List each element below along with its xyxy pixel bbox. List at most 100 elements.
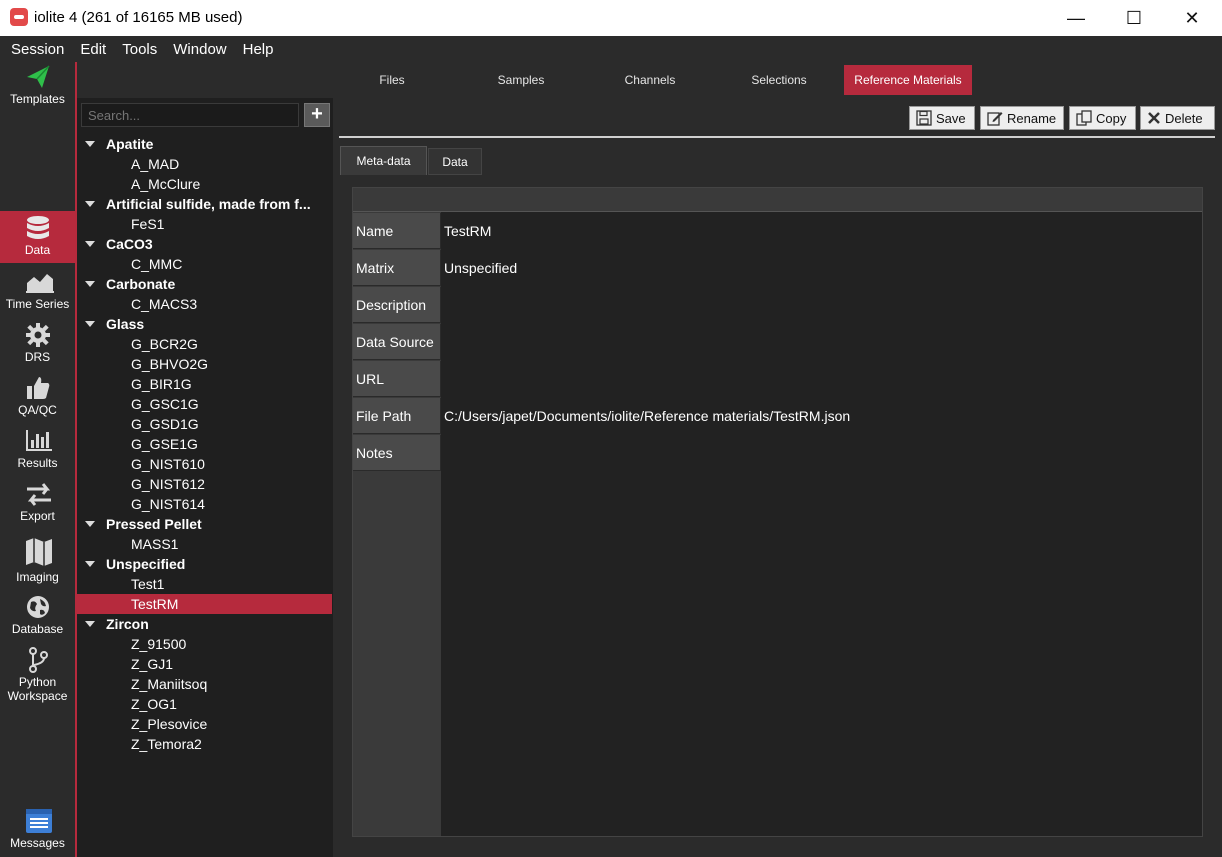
- maximize-button[interactable]: ☐: [1105, 0, 1163, 36]
- main-panel: Save Rename Copy Delete Meta-data Data N…: [333, 98, 1222, 857]
- menu-tools[interactable]: Tools: [114, 41, 165, 58]
- field-value[interactable]: TestRM: [444, 213, 1194, 249]
- caret-down-icon[interactable]: [85, 241, 95, 247]
- tree-item[interactable]: Test1: [77, 574, 332, 594]
- rail-item-messages[interactable]: Messages: [0, 808, 75, 856]
- rail-label: Export: [20, 509, 55, 523]
- tree-item[interactable]: FeS1: [77, 214, 332, 234]
- tree-item[interactable]: A_McClure: [77, 174, 332, 194]
- tree-item[interactable]: Z_OG1: [77, 694, 332, 714]
- tree-group-label: Apatite: [106, 136, 154, 152]
- rail-label-line: Python Workspace: [7, 675, 68, 703]
- tree-item[interactable]: G_GSC1G: [77, 394, 332, 414]
- tree-item[interactable]: Z_Plesovice: [77, 714, 332, 734]
- tree-group[interactable]: CaCO3: [77, 234, 330, 254]
- tree-group-label: Pressed Pellet: [106, 516, 202, 532]
- delete-button[interactable]: Delete: [1140, 106, 1215, 130]
- tree-item[interactable]: G_NIST614: [77, 494, 332, 514]
- rail-item-database[interactable]: Database: [0, 594, 75, 640]
- menu-bar: Session Edit Tools Window Help: [0, 36, 1222, 62]
- tab-channels[interactable]: Channels: [585, 65, 715, 95]
- add-button[interactable]: +: [304, 103, 330, 127]
- rail-item-export[interactable]: Export: [0, 481, 75, 527]
- menu-help[interactable]: Help: [235, 41, 282, 58]
- bar-chart-icon: [25, 428, 52, 454]
- rail-item-python-workspace[interactable]: Python Workspace: [0, 647, 75, 709]
- save-button[interactable]: Save: [909, 106, 975, 130]
- field-value[interactable]: Unspecified: [444, 250, 1194, 286]
- minimize-button[interactable]: —: [1047, 0, 1105, 36]
- tree-item[interactable]: Z_Maniitsoq: [77, 674, 332, 694]
- field-value[interactable]: [444, 324, 1194, 360]
- tab-data[interactable]: Data: [428, 148, 482, 175]
- tree-group[interactable]: Apatite: [77, 134, 330, 154]
- tree-item[interactable]: C_MACS3: [77, 294, 332, 314]
- rail-item-templates[interactable]: Templates: [0, 64, 75, 116]
- tree-item[interactable]: A_MAD: [77, 154, 332, 174]
- tree-group[interactable]: Unspecified: [77, 554, 330, 574]
- caret-down-icon[interactable]: [85, 141, 95, 147]
- module-tabs: Files Samples Channels Selections Refere…: [77, 62, 1222, 98]
- tree-group[interactable]: Pressed Pellet: [77, 514, 330, 534]
- tree-group[interactable]: Carbonate: [77, 274, 330, 294]
- tree-item[interactable]: G_BCR2G: [77, 334, 332, 354]
- tree-item[interactable]: G_GSE1G: [77, 434, 332, 454]
- rail-item-results[interactable]: Results: [0, 428, 75, 474]
- close-icon: [1148, 112, 1160, 124]
- title-bar: iolite 4 (261 of 16165 MB used) — ☐ ✕: [0, 0, 1222, 36]
- rail-label: Templates: [10, 92, 65, 106]
- tree-item[interactable]: G_NIST610: [77, 454, 332, 474]
- field-value[interactable]: C:/Users/japet/Documents/iolite/Referenc…: [444, 398, 1194, 434]
- rename-button[interactable]: Rename: [980, 106, 1064, 130]
- rail-item-imaging[interactable]: Imaging: [0, 536, 75, 588]
- rail-label: Python Workspace: [0, 675, 75, 703]
- menu-edit[interactable]: Edit: [72, 41, 114, 58]
- tree-item[interactable]: Z_GJ1: [77, 654, 332, 674]
- rail-item-drs[interactable]: DRS: [0, 322, 75, 368]
- field-value[interactable]: [444, 435, 1194, 471]
- caret-down-icon[interactable]: [85, 201, 95, 207]
- field-value[interactable]: [444, 287, 1194, 323]
- caret-down-icon[interactable]: [85, 561, 95, 567]
- search-input[interactable]: [81, 103, 299, 127]
- tab-meta-data[interactable]: Meta-data: [340, 146, 427, 175]
- close-button[interactable]: ✕: [1163, 0, 1221, 36]
- menu-session[interactable]: Session: [3, 41, 72, 58]
- tree-group-label: Unspecified: [106, 556, 186, 572]
- tab-selections[interactable]: Selections: [715, 65, 843, 95]
- database-icon: [25, 215, 51, 241]
- tree-group-label: Carbonate: [106, 276, 176, 292]
- rail-label: Database: [11, 622, 64, 636]
- field-label: Notes: [353, 435, 441, 471]
- tree-item[interactable]: TestRM: [77, 594, 332, 614]
- tree-group[interactable]: Glass: [77, 314, 330, 334]
- field-value[interactable]: [444, 361, 1194, 397]
- tree-group[interactable]: Zircon: [77, 614, 330, 634]
- tree-item[interactable]: Z_91500: [77, 634, 332, 654]
- tab-files[interactable]: Files: [327, 65, 457, 95]
- tree-item[interactable]: C_MMC: [77, 254, 332, 274]
- field-label: Name: [353, 213, 441, 249]
- caret-down-icon[interactable]: [85, 281, 95, 287]
- tree-item[interactable]: Z_Temora2: [77, 734, 332, 754]
- save-label: Save: [936, 110, 966, 126]
- caret-down-icon[interactable]: [85, 521, 95, 527]
- copy-button[interactable]: Copy: [1069, 106, 1136, 130]
- tree-item[interactable]: G_BHVO2G: [77, 354, 332, 374]
- caret-down-icon[interactable]: [85, 621, 95, 627]
- tree-item[interactable]: G_GSD1G: [77, 414, 332, 434]
- app-logo-icon: [10, 8, 28, 26]
- rail-item-data[interactable]: Data: [0, 211, 75, 263]
- tab-samples[interactable]: Samples: [457, 65, 585, 95]
- caret-down-icon[interactable]: [85, 321, 95, 327]
- map-icon: [25, 536, 52, 568]
- tree-item[interactable]: G_BIR1G: [77, 374, 332, 394]
- tree-item[interactable]: G_NIST612: [77, 474, 332, 494]
- tree-item[interactable]: MASS1: [77, 534, 332, 554]
- tab-reference-materials[interactable]: Reference Materials: [844, 65, 972, 95]
- menu-window[interactable]: Window: [165, 41, 234, 58]
- thumbs-up-icon: [25, 375, 51, 401]
- tree-group[interactable]: Artificial sulfide, made from f...: [77, 194, 330, 214]
- rail-item-qaqc[interactable]: QA/QC: [0, 375, 75, 421]
- rail-item-time-series[interactable]: Time Series: [0, 269, 75, 315]
